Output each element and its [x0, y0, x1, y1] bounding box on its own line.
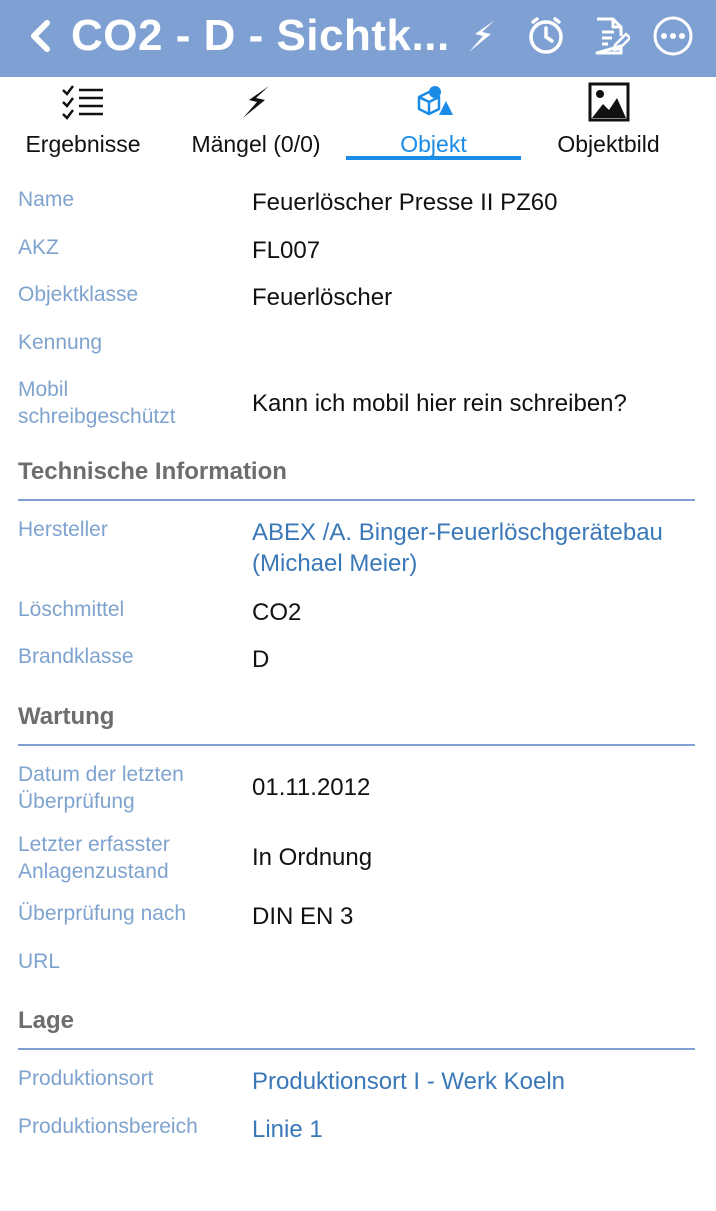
field-label: Löschmittel	[18, 598, 125, 621]
field-label: Überprüfung nach	[18, 902, 187, 925]
field-label: Letzter erfasster Anlagenzustand	[18, 833, 170, 883]
field-label: Objektklasse	[18, 283, 139, 306]
tab-objektbild[interactable]: Objektbild	[521, 77, 696, 165]
section-title: Wartung	[18, 703, 115, 730]
more-button[interactable]	[651, 14, 695, 58]
field-value: Feuerlöscher Presse II PZ60	[252, 189, 558, 216]
field-value: FL007	[252, 237, 321, 264]
field-value: In Ordnung	[252, 844, 373, 871]
section-divider	[18, 499, 695, 501]
field-label: Produktionsort	[18, 1067, 154, 1090]
section-lage: Lage	[18, 1006, 695, 1050]
section-divider	[18, 744, 695, 746]
tab-label: Objekt	[400, 131, 467, 157]
field-label: Produktionsbereich	[18, 1115, 198, 1138]
field-label: Kennung	[18, 331, 103, 354]
defects-button[interactable]	[460, 14, 504, 58]
objects-icon	[417, 86, 453, 116]
clock-icon	[529, 17, 563, 54]
section-title: Technische Information	[18, 458, 287, 485]
field-label: Hersteller	[18, 518, 108, 541]
section-wartung: Wartung	[18, 702, 695, 746]
field-value: Kann ich mobil hier rein schreiben?	[252, 390, 627, 417]
lightning-icon	[469, 20, 495, 52]
field-value: CO2	[252, 599, 302, 626]
field-value: D	[252, 646, 270, 673]
field-label: Mobil schreibgeschützt	[18, 378, 176, 428]
field-label: URL	[18, 950, 61, 973]
tab-maengel[interactable]: Mängel (0/0)	[166, 77, 346, 165]
chevron-left-icon	[31, 20, 50, 52]
more-icon	[653, 16, 693, 56]
section-title: Lage	[18, 1007, 75, 1034]
field-label: Brandklasse	[18, 645, 134, 668]
app-bar: CO2 - D - Sichtk...	[0, 0, 716, 77]
tab-objekt[interactable]: Objekt	[346, 77, 521, 165]
produktionsbereich-link[interactable]: Linie 1	[252, 1114, 702, 1145]
tab-label: Mängel (0/0)	[191, 131, 321, 157]
field-value: 01.11.2012	[252, 774, 371, 801]
field-value: Feuerlöscher	[252, 284, 393, 311]
edit-document-icon	[595, 17, 630, 55]
page-title: CO2 - D - Sichtk...	[71, 11, 450, 60]
edit-report-button[interactable]	[588, 14, 632, 58]
image-icon	[588, 82, 629, 122]
active-tab-indicator	[346, 156, 521, 160]
field-label: Datum der letzten Überprüfung	[18, 763, 184, 813]
tab-label: Objektbild	[557, 131, 660, 157]
back-button[interactable]	[20, 14, 60, 58]
hersteller-link[interactable]: ABEX /A. Binger-Feuerlöschgerätebau (Mic…	[252, 517, 697, 579]
section-divider	[18, 1048, 695, 1050]
tab-ergebnisse[interactable]: Ergebnisse	[0, 77, 166, 165]
field-label: AKZ	[18, 236, 59, 259]
section-technische-information: Technische Information	[18, 457, 695, 501]
field-value: DIN EN 3	[252, 903, 354, 930]
history-button[interactable]	[524, 14, 568, 58]
tab-bar: Ergebnisse Mängel (0/0) Objekt Objektbil…	[0, 77, 716, 165]
checklist-icon	[62, 85, 103, 120]
produktionsort-link[interactable]: Produktionsort I - Werk Koeln	[252, 1066, 702, 1097]
tab-label: Ergebnisse	[25, 131, 141, 157]
lightning-icon	[243, 86, 269, 118]
field-label: Name	[18, 188, 75, 211]
